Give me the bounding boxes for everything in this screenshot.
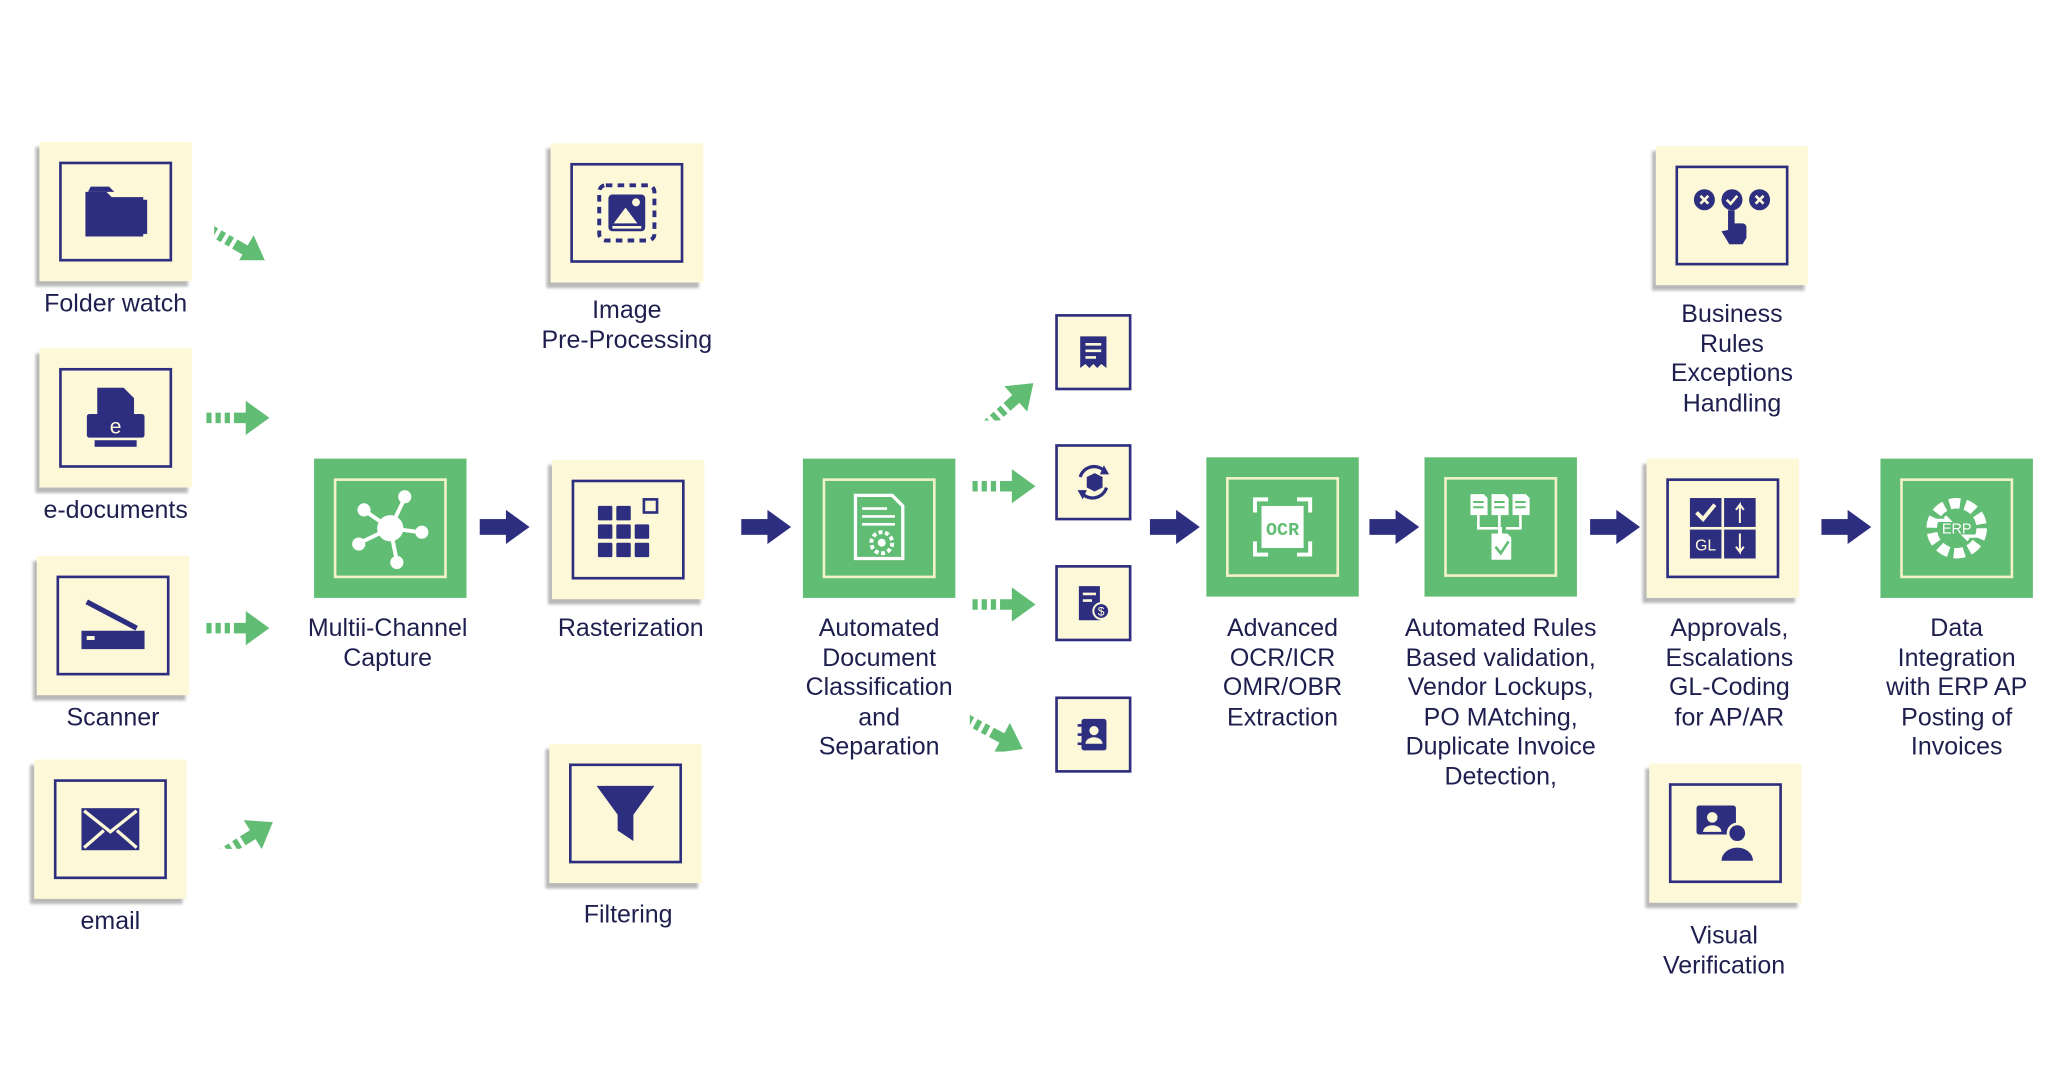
invoice-processing-flow: Folder watch e e-documents Scanner email… [0,0,2050,1080]
e-document-icon: e [86,387,145,447]
label-approvals-gl-coding: Approvals, Escalations GL-Coding for AP/… [1665,614,1794,732]
flow-arrow-icon [479,509,530,545]
node-multi-channel-capture [314,458,467,598]
hand-select-icon [1693,189,1771,245]
svg-text:OCR: OCR [1266,520,1300,541]
user-screen-icon [1696,805,1754,861]
label-folder-watch: Folder watch [44,290,188,319]
label-e-documents: e-documents [43,496,188,525]
node-e-documents: e [39,348,192,488]
receipt-icon [1080,336,1107,368]
doc-type-receipt [1055,314,1132,391]
package-sync-icon [1077,464,1110,500]
envelope-icon [81,808,140,851]
node-approvals-gl-coding: GL [1646,458,1800,598]
ocr-scan-icon: OCR [1252,497,1313,557]
node-erp-integration: ERP [1880,458,2033,598]
label-image-pre-processing: Image Pre-Processing [541,296,713,355]
label-erp-integration: Data Integration with ERP AP Posting of … [1886,614,2028,761]
node-folder-watch [39,141,192,282]
label-visual-verification: Visual Verification [1663,922,1786,980]
node-scanner [36,555,190,696]
node-image-pre-processing [550,143,704,283]
label-multi-channel-capture: Multii-Channel Capture [307,614,468,673]
flow-arrow-icon [1369,509,1420,545]
label-ocr-extraction: Advanced OCR/ICR OMR/OBR Extraction [1222,614,1343,732]
flow-arrow-icon [1590,509,1640,545]
doc-type-invoice: $ [1055,565,1132,642]
label-email: email [80,908,141,936]
node-filtering [549,743,702,884]
dashed-arrow-icon [969,704,1031,752]
label-business-rules-exceptions: Business Rules Exceptions Handling [1670,300,1794,418]
image-icon [597,183,657,243]
svg-text:e: e [110,416,122,439]
gl-coding-icon: GL [1689,498,1756,559]
svg-text:$: $ [1098,605,1105,619]
dashed-arrow-icon [972,587,1036,622]
flow-arrow-icon [1821,509,1872,545]
doc-type-contact-book [1055,696,1132,773]
doc-type-package-sync [1055,444,1132,521]
flow-arrow-icon [741,509,792,545]
dashed-arrow-icon [206,400,270,435]
funnel-icon [596,785,655,842]
contact-book-icon [1077,718,1107,751]
node-business-rules-exceptions [1655,145,1809,286]
scanner-icon [81,599,145,650]
svg-text:GL: GL [1695,538,1716,555]
dashed-arrow-icon [214,215,275,261]
network-hub-icon [352,490,429,570]
flow-arrow-icon [1149,509,1200,545]
svg-text:ERP: ERP [1942,522,1972,538]
node-document-classification [802,458,956,598]
invoice-dollar-icon: $ [1078,586,1111,621]
label-filtering: Filtering [583,901,673,930]
folder-icon [85,186,148,237]
label-rules-validation: Automated Rules Based validation, Vendor… [1404,614,1597,791]
label-rasterization: Rasterization [557,614,704,643]
label-scanner: Scanner [66,704,160,732]
dashed-arrow-icon [972,469,1036,504]
node-email [34,759,187,899]
documents-check-icon [1470,494,1530,560]
document-gear-icon [853,493,905,561]
node-ocr-extraction: OCR [1206,457,1359,597]
node-rules-validation [1424,457,1577,597]
label-document-classification: Automated Document Classification and Se… [805,614,953,761]
dashed-arrow-icon [210,807,276,849]
grid-icon [597,498,659,558]
erp-gear-icon: ERP [1926,498,1987,559]
node-rasterization [551,459,705,600]
node-visual-verification [1649,763,1802,903]
dashed-arrow-icon [975,370,1039,421]
dashed-arrow-icon [206,611,270,646]
